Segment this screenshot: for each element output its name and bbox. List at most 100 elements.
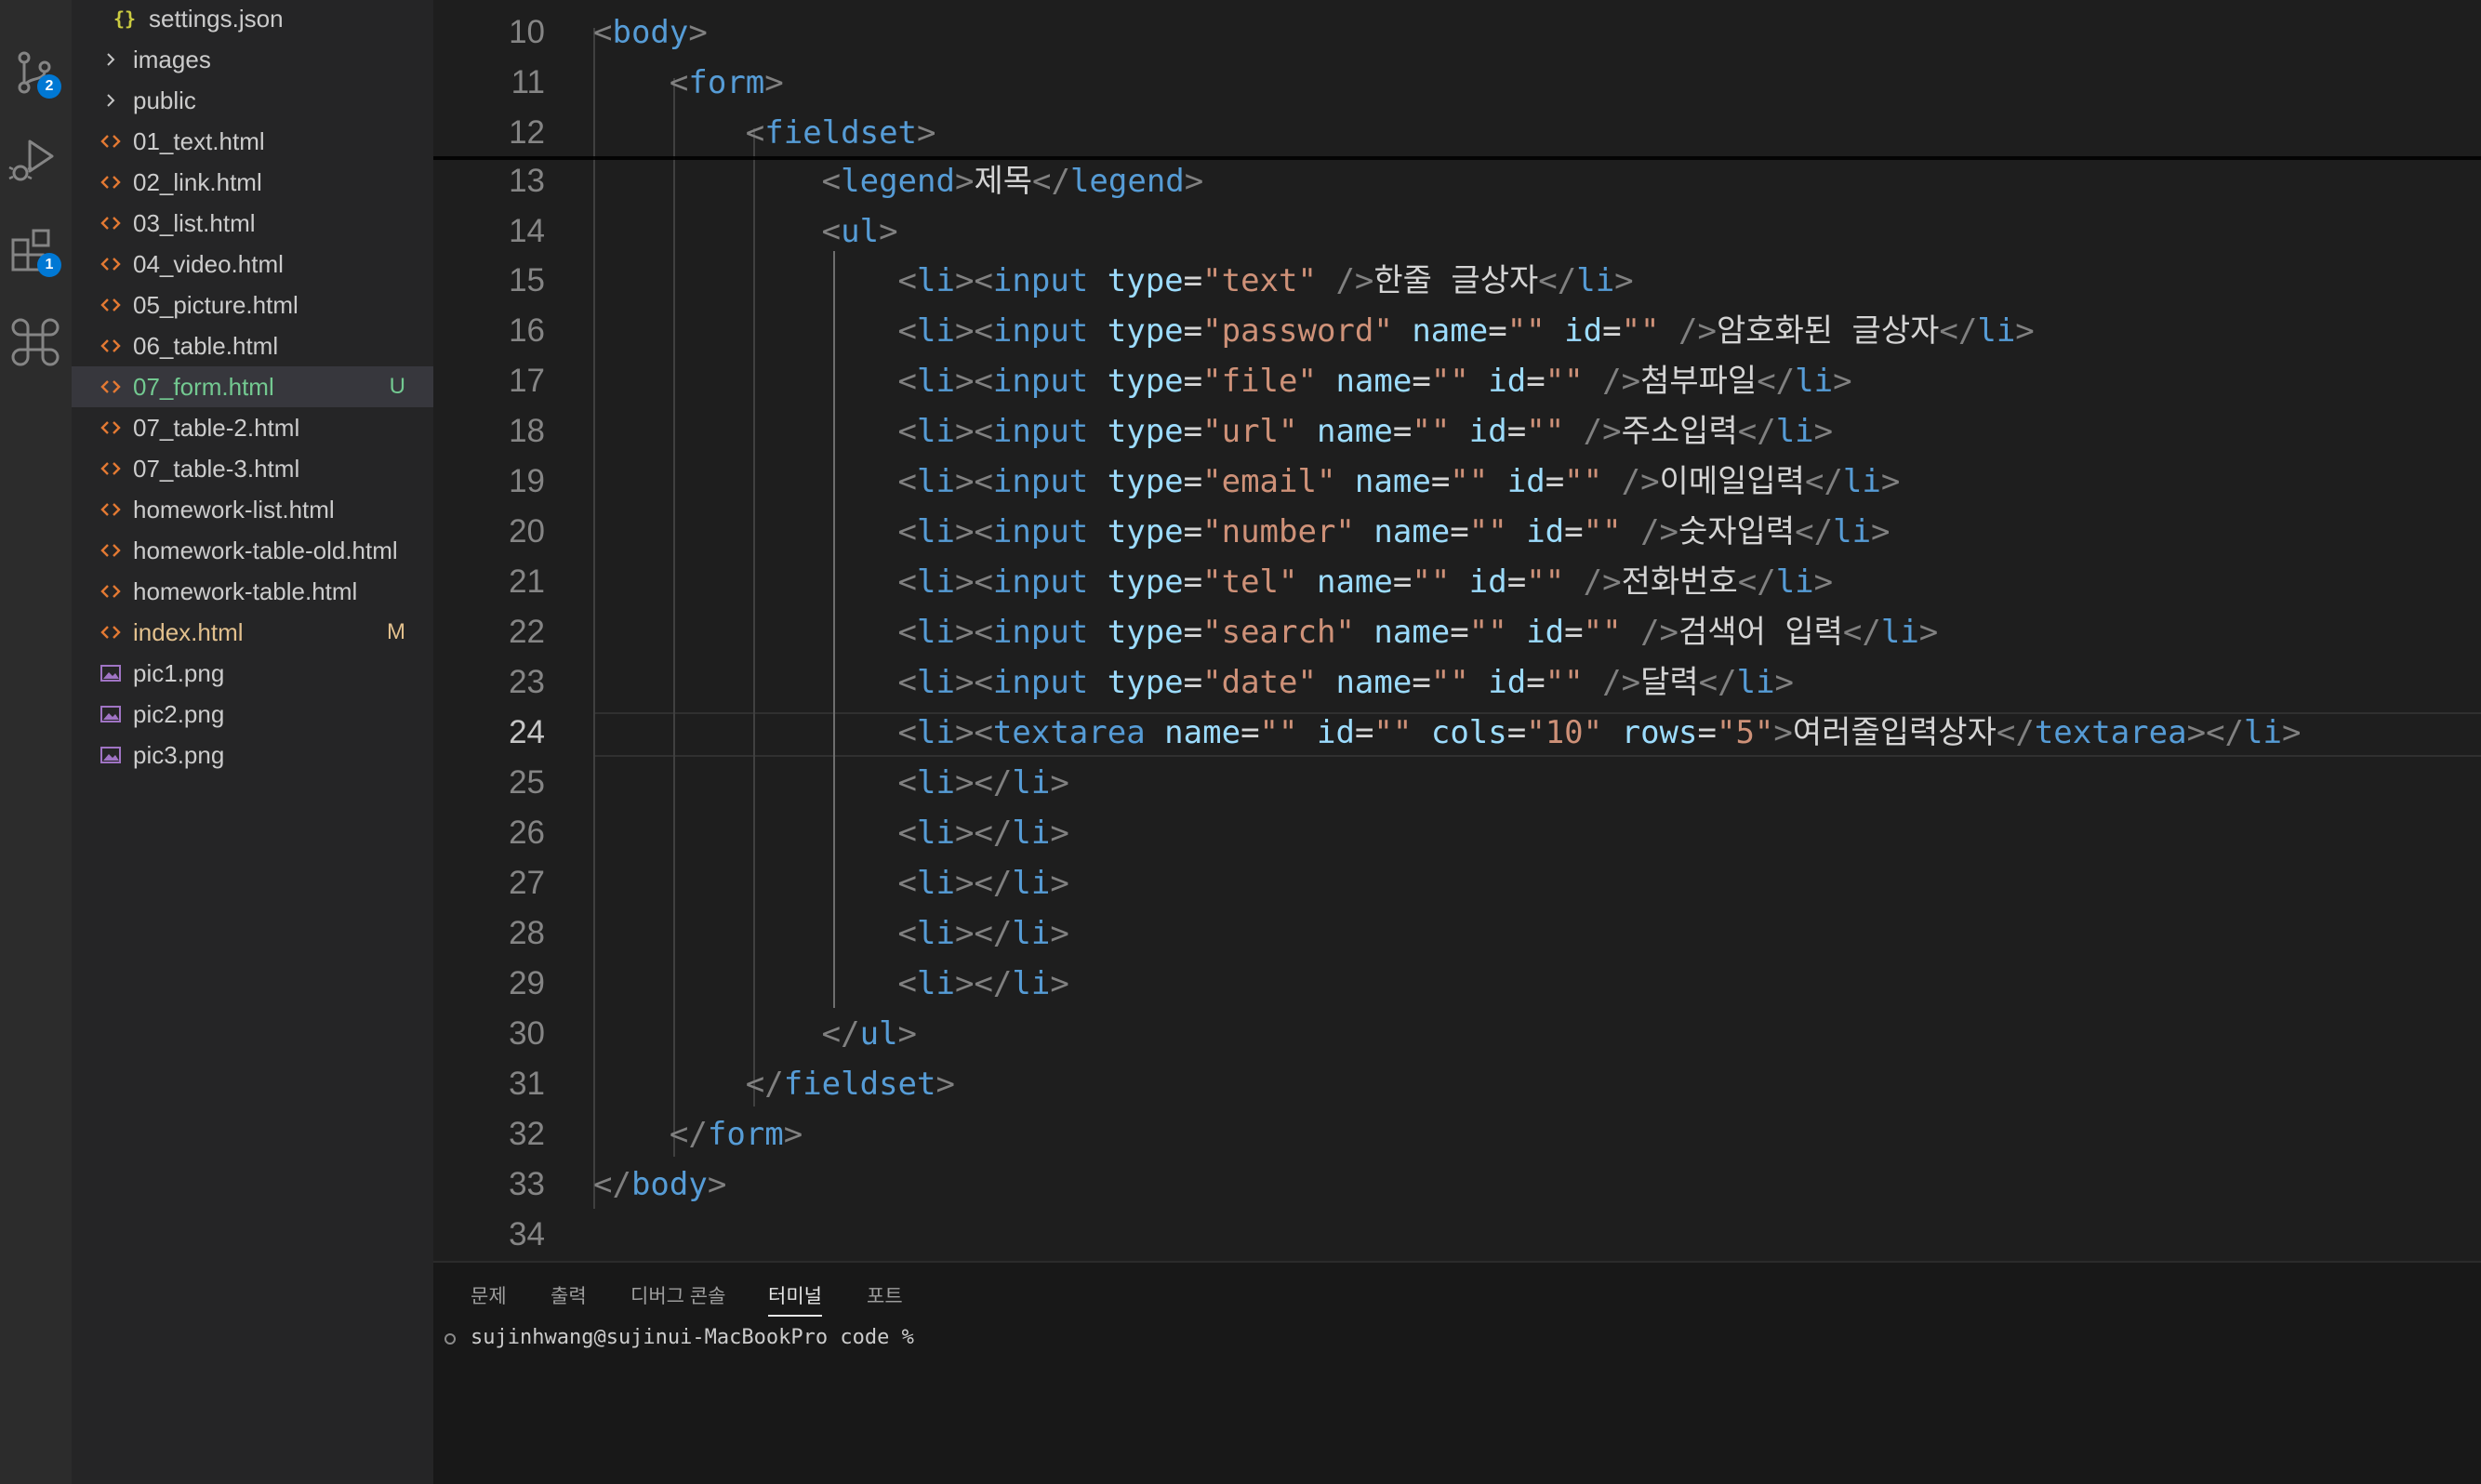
file-item-pic1-png[interactable]: pic1.png xyxy=(72,653,433,694)
file-item-03-list-html[interactable]: 03_list.html xyxy=(72,203,433,244)
file-item-07-form-html[interactable]: 07_form.html U xyxy=(72,366,433,407)
code-line[interactable]: 25 <li></li> xyxy=(433,758,2481,808)
code-line[interactable]: 29 <li></li> xyxy=(433,959,2481,1009)
file-item-images[interactable]: images xyxy=(72,39,433,80)
code-editor[interactable]: 10 <body> 11 <form> 12 <fieldset> 13 <legend… xyxy=(433,0,2481,1261)
file-item-settings-json[interactable]: {} settings.json xyxy=(72,0,433,39)
html-icon xyxy=(100,171,122,193)
code-line[interactable]: 20 <li><input type="number" name="" id="… xyxy=(433,507,2481,557)
html-icon xyxy=(100,457,122,480)
file-name: homework-table-old.html xyxy=(133,536,398,564)
file-name: 05_picture.html xyxy=(133,290,299,319)
extensions-badge: 1 xyxy=(37,253,61,277)
code-line[interactable]: 15 <li><input type="text" />한줄 글상자</li> xyxy=(433,256,2481,306)
file-item-07-table-3-html[interactable]: 07_table-3.html xyxy=(72,448,433,489)
command-icon[interactable] xyxy=(7,314,63,370)
line-number: 23 xyxy=(509,664,545,700)
code-line[interactable]: 22 <li><input type="search" name="" id="… xyxy=(433,607,2481,657)
code-line[interactable]: 17 <li><input type="file" name="" id="" … xyxy=(433,356,2481,406)
tab-problems[interactable]: 문제 xyxy=(471,1281,507,1315)
file-item-01-text-html[interactable]: 01_text.html xyxy=(72,121,433,162)
file-item-pic3-png[interactable]: pic3.png xyxy=(72,735,433,775)
code-line[interactable]: 34 xyxy=(433,1210,2481,1260)
file-item-06-table-html[interactable]: 06_table.html xyxy=(72,325,433,366)
file-item-homework-table-old-html[interactable]: homework-table-old.html xyxy=(72,530,433,571)
code-text: <li><input type="tel" name="" id="" />전화… xyxy=(897,563,1834,601)
code-line[interactable]: 23 <li><input type="date" name="" id="" … xyxy=(433,657,2481,708)
code-line[interactable]: 21 <li><input type="tel" name="" id="" /… xyxy=(433,557,2481,607)
file-name: pic2.png xyxy=(133,699,225,728)
code-line[interactable]: 18 <li><input type="url" name="" id="" /… xyxy=(433,406,2481,457)
code-line[interactable]: 28 <li></li> xyxy=(433,908,2481,959)
run-debug-icon[interactable] xyxy=(7,132,63,188)
html-icon xyxy=(100,498,122,521)
tab-output[interactable]: 출력 xyxy=(551,1281,587,1315)
line-number: 11 xyxy=(511,64,545,100)
file-name: 02_link.html xyxy=(133,167,262,196)
tab-terminal[interactable]: 터미널 xyxy=(768,1281,822,1317)
code-line[interactable]: 10 <body> xyxy=(433,7,2481,58)
line-number: 27 xyxy=(509,865,545,901)
tab-debug-console[interactable]: 디버그 콘솔 xyxy=(630,1281,725,1315)
code-text: </body> xyxy=(593,1166,727,1203)
file-name: 07_table-2.html xyxy=(133,413,300,442)
line-number: 25 xyxy=(509,764,545,801)
line-number: 17 xyxy=(509,363,545,399)
git-status-badge: U xyxy=(389,374,405,399)
code-text: <ul> xyxy=(821,213,898,250)
sticky-scroll-divider xyxy=(433,156,2481,160)
line-number: 31 xyxy=(509,1066,545,1102)
code-line[interactable]: 26 <li></li> xyxy=(433,808,2481,858)
file-name: 01_text.html xyxy=(133,126,265,155)
code-text: <legend>제목</legend> xyxy=(821,163,1204,200)
code-line[interactable]: 12 <fieldset> xyxy=(433,108,2481,158)
file-item-homework-table-html[interactable]: homework-table.html xyxy=(72,571,433,612)
terminal-prompt[interactable]: sujinhwang@sujinui-MacBookPro code % xyxy=(471,1326,914,1349)
file-name: 07_form.html xyxy=(133,372,274,401)
explorer-icon[interactable] xyxy=(7,0,63,45)
line-number: 13 xyxy=(509,163,545,199)
html-icon xyxy=(100,335,122,357)
file-item-07-table-2-html[interactable]: 07_table-2.html xyxy=(72,407,433,448)
line-number: 26 xyxy=(509,815,545,851)
code-line[interactable]: 32 </form> xyxy=(433,1109,2481,1159)
terminal-status-icon xyxy=(444,1333,456,1345)
git-status-badge: M xyxy=(387,619,405,644)
file-item-homework-list-html[interactable]: homework-list.html xyxy=(72,489,433,530)
code-line[interactable]: 19 <li><input type="email" name="" id=""… xyxy=(433,457,2481,507)
code-line[interactable]: 24 <li><textarea name="" id="" cols="10"… xyxy=(433,708,2481,758)
code-line[interactable]: 33 </body> xyxy=(433,1159,2481,1210)
file-item-04-video-html[interactable]: 04_video.html xyxy=(72,244,433,285)
chevron-right-icon xyxy=(100,48,122,71)
line-number: 14 xyxy=(509,213,545,249)
code-text: <li><input type="date" name="" id="" />달… xyxy=(897,664,1795,701)
tab-ports[interactable]: 포트 xyxy=(867,1281,903,1315)
image-icon xyxy=(100,703,122,725)
source-control-icon[interactable]: 2 xyxy=(7,45,63,100)
file-item-public[interactable]: public xyxy=(72,80,433,121)
file-item-02-link-html[interactable]: 02_link.html xyxy=(72,162,433,203)
code-line[interactable]: 11 <form> xyxy=(433,58,2481,108)
source-control-badge: 2 xyxy=(37,74,61,99)
line-number: 12 xyxy=(509,114,545,151)
code-text: <li><input type="number" name="" id="" /… xyxy=(897,513,1891,550)
line-number: 10 xyxy=(509,14,545,50)
file-item-05-picture-html[interactable]: 05_picture.html xyxy=(72,285,433,325)
code-line[interactable]: 31 </fieldset> xyxy=(433,1059,2481,1109)
code-line[interactable]: 27 <li></li> xyxy=(433,858,2481,908)
file-item-pic2-png[interactable]: pic2.png xyxy=(72,694,433,735)
code-line[interactable]: 16 <li><input type="password" name="" id… xyxy=(433,306,2481,356)
line-number: 22 xyxy=(509,614,545,650)
extensions-icon[interactable]: 1 xyxy=(7,223,63,279)
code-text: <body> xyxy=(593,14,708,51)
code-line[interactable]: 14 <ul> xyxy=(433,206,2481,257)
chevron-right-icon xyxy=(100,89,122,112)
file-name: images xyxy=(133,45,211,73)
html-icon xyxy=(100,539,122,562)
html-icon xyxy=(100,212,122,234)
file-item-index-html[interactable]: index.html M xyxy=(72,612,433,653)
code-line[interactable]: 30 </ul> xyxy=(433,1009,2481,1059)
code-text: <li></li> xyxy=(897,815,1069,852)
code-line[interactable]: 13 <legend>제목</legend> xyxy=(433,156,2481,206)
code-text: </fieldset> xyxy=(745,1066,955,1103)
